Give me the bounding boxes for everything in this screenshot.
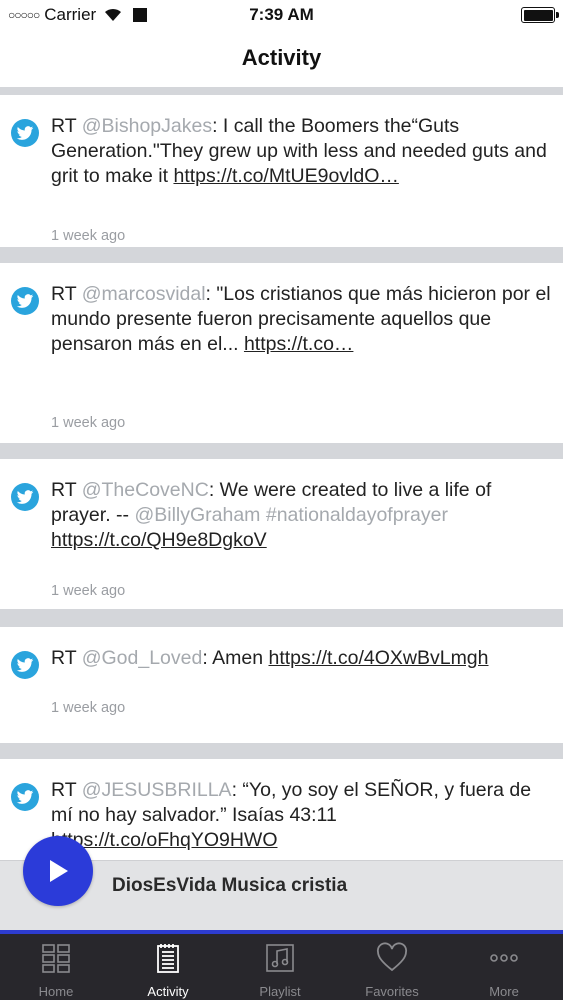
tab-favorites[interactable]: Favorites xyxy=(336,934,448,1000)
tweet-handle[interactable]: @JESUSBRILLA xyxy=(82,779,232,801)
twitter-icon xyxy=(11,119,39,147)
tweet-link[interactable]: https://t.co/MtUE9ovldO… xyxy=(173,165,398,187)
tweet-text: RT @marcosvidal: "Los cristianos que más… xyxy=(51,282,551,357)
tweet-text: RT @TheCoveNC: We were created to live a… xyxy=(51,478,551,553)
twitter-icon xyxy=(11,651,39,679)
notepad-icon xyxy=(157,944,179,973)
tweet-text: RT @JESUSBRILLA: “Yo, yo soy el SEÑOR, y… xyxy=(51,778,551,853)
music-note-icon xyxy=(266,944,294,972)
twitter-icon xyxy=(11,287,39,315)
tweet-time: 1 week ago xyxy=(51,228,126,244)
grid-icon xyxy=(42,944,70,973)
tweet-prefix: RT xyxy=(51,283,82,305)
tab-bar: Home Activity Playlist Favorites More xyxy=(0,930,563,1000)
tab-label: Playlist xyxy=(259,984,301,999)
tweet-time: 1 week ago xyxy=(51,700,126,716)
tab-label: Favorites xyxy=(365,984,419,999)
tweet-body: : Amen xyxy=(202,647,269,669)
activity-feed[interactable]: RT @BishopJakes: I call the Boomers the“… xyxy=(0,87,563,930)
tweet-link[interactable]: https://t.co/4OXwBvLmgh xyxy=(268,647,488,669)
tweet-card[interactable]: RT @TheCoveNC: We were created to live a… xyxy=(0,459,563,609)
tab-label: Home xyxy=(38,984,74,999)
tab-label: Activity xyxy=(147,984,189,999)
tweet-card[interactable]: RT @marcosvidal: "Los cristianos que más… xyxy=(0,263,563,443)
tweet-time: 1 week ago xyxy=(51,583,126,599)
player-station-title[interactable]: DiosEsVida Musica cristia xyxy=(112,875,347,897)
tweet-link[interactable]: https://t.co… xyxy=(244,333,353,355)
tweet-link[interactable]: https://t.co/QH9e8DgkoV xyxy=(51,529,267,551)
play-icon xyxy=(50,860,68,882)
tab-more[interactable]: More xyxy=(448,934,560,1000)
tab-label: More xyxy=(489,984,519,999)
twitter-icon xyxy=(11,483,39,511)
tweet-hashtag[interactable]: #nationaldayofprayer xyxy=(266,504,448,526)
page-title: Activity xyxy=(241,45,322,70)
status-bar: ○○○○○ Carrier 7:39 AM xyxy=(0,0,563,30)
tweet-link[interactable]: https://t.co/oFhqYO9HWO xyxy=(51,829,278,851)
tweet-prefix: RT xyxy=(51,779,82,801)
navigation-bar: Activity xyxy=(0,30,563,87)
tweet-time: 1 week ago xyxy=(51,415,126,431)
status-time: 7:39 AM xyxy=(249,5,314,24)
battery-icon xyxy=(521,7,559,23)
tweet-handle[interactable]: @TheCoveNC xyxy=(82,479,209,501)
tweet-handle[interactable]: @God_Loved xyxy=(82,647,203,669)
tab-activity[interactable]: Activity xyxy=(112,934,224,1000)
tweet-handle[interactable]: @BishopJakes xyxy=(82,115,212,137)
tab-playlist[interactable]: Playlist xyxy=(224,934,336,1000)
tweet-handle[interactable]: @marcosvidal xyxy=(82,283,206,305)
more-dots-icon xyxy=(490,954,518,962)
tweet-prefix: RT xyxy=(51,115,82,137)
tweet-text: RT @BishopJakes: I call the Boomers the“… xyxy=(51,114,551,189)
tweet-prefix: RT xyxy=(51,479,82,501)
tab-home[interactable]: Home xyxy=(0,934,112,1000)
tweet-card[interactable]: RT @God_Loved: Amen https://t.co/4OXwBvL… xyxy=(0,627,563,743)
play-button[interactable] xyxy=(23,836,93,906)
heart-icon xyxy=(376,942,408,972)
tweet-text: RT @God_Loved: Amen https://t.co/4OXwBvL… xyxy=(51,646,551,671)
tweet-mention[interactable]: @BillyGraham xyxy=(134,504,260,526)
tweet-prefix: RT xyxy=(51,647,82,669)
twitter-icon xyxy=(11,783,39,811)
tweet-card[interactable]: RT @BishopJakes: I call the Boomers the“… xyxy=(0,95,563,247)
